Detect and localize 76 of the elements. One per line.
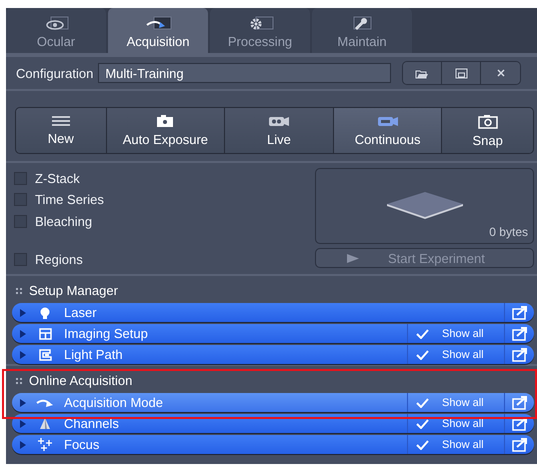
show-all-toggle[interactable]: Show all <box>407 435 504 454</box>
checkbox-label: Regions <box>35 252 83 268</box>
checkbox[interactable] <box>14 214 27 228</box>
curved-arrow-icon <box>144 16 172 31</box>
tab[interactable]: Acquisition <box>108 8 208 53</box>
tool-name: Channels <box>64 416 120 431</box>
show-all-toggle[interactable]: Show all <box>407 324 504 343</box>
external-window-icon <box>512 306 527 320</box>
expand-triangle-icon <box>20 350 26 358</box>
checkbox[interactable] <box>14 172 27 185</box>
tool-row[interactable]: Acquisition Mode Show all <box>12 393 534 412</box>
tool-name: Imaging Setup <box>64 326 149 341</box>
camera-icon <box>156 114 174 128</box>
checkbox-label: Time Series <box>35 192 104 208</box>
checkmark-icon <box>416 440 429 450</box>
external-window-icon <box>512 438 527 452</box>
close-icon <box>496 68 506 78</box>
toolbar-button[interactable]: New <box>16 108 107 153</box>
prism-icon <box>39 417 51 430</box>
size-label: 0 bytes <box>489 225 528 240</box>
external-window-icon <box>512 348 527 362</box>
sparkle-icon <box>38 437 52 452</box>
grid-icon <box>38 328 52 340</box>
video-camera-icon <box>268 114 290 128</box>
configuration-field[interactable]: Multi-Training <box>98 63 392 83</box>
tab[interactable]: Ocular <box>6 8 106 53</box>
checkmark-icon <box>416 350 429 360</box>
grip-icon <box>16 378 23 384</box>
open-folder-icon <box>415 68 430 78</box>
checkmark-icon <box>416 398 429 408</box>
expand-triangle-icon <box>20 330 26 338</box>
external-window-icon <box>512 396 527 410</box>
grip-icon <box>16 288 23 294</box>
show-all-toggle[interactable]: Show all <box>407 345 504 364</box>
curved-arrow-icon <box>36 398 54 408</box>
tab[interactable]: Maintain <box>312 8 412 53</box>
bulb-icon <box>39 306 51 318</box>
checkbox-label: Bleaching <box>35 214 92 229</box>
play-icon <box>346 252 360 264</box>
expand-triangle-icon <box>20 308 26 316</box>
toolbar-button[interactable]: Auto Exposure <box>106 108 226 153</box>
toolbar-button[interactable]: Snap <box>442 108 533 153</box>
tool-row[interactable]: Focus Show all <box>12 435 534 454</box>
checkmark-icon <box>416 328 429 338</box>
tool-name: Laser <box>64 305 98 320</box>
show-all-toggle[interactable]: Show all <box>407 393 504 412</box>
tab[interactable]: Processing <box>210 8 310 53</box>
video-camera-icon <box>376 114 399 128</box>
save-icon <box>454 68 468 78</box>
tool-row[interactable]: Laser <box>12 303 534 322</box>
tool-name: Acquisition Mode <box>64 395 164 410</box>
tool-name: Light Path <box>64 347 124 362</box>
expand-triangle-icon <box>20 420 26 428</box>
checkbox-label: Z-Stack <box>35 170 80 186</box>
plate-icon <box>384 191 464 222</box>
toolbar-button[interactable]: Live <box>225 108 334 153</box>
checkmark-icon <box>416 418 429 428</box>
open-button[interactable] <box>403 62 442 84</box>
expand-triangle-icon <box>20 398 26 406</box>
light-path-icon <box>38 348 52 361</box>
show-all-toggle[interactable]: Show all <box>407 414 504 433</box>
list-icon <box>50 115 71 127</box>
section-title: Online Acquisition <box>29 373 132 388</box>
tool-row[interactable]: Imaging Setup Show all <box>12 324 534 343</box>
configuration-label: Configuration <box>16 66 94 80</box>
external-window-icon <box>512 326 527 340</box>
checkbox[interactable] <box>14 193 27 206</box>
toolbar-button[interactable]: Continuous <box>334 108 442 153</box>
camera-icon <box>478 114 498 128</box>
expand-triangle-icon <box>20 440 26 448</box>
section-title: Setup Manager <box>29 283 118 298</box>
checkbox[interactable] <box>14 253 27 266</box>
tool-name: Focus <box>64 437 100 452</box>
external-window-icon <box>512 416 527 430</box>
tool-row[interactable]: Light Path Show all <box>12 345 534 364</box>
save-button[interactable] <box>442 62 482 84</box>
